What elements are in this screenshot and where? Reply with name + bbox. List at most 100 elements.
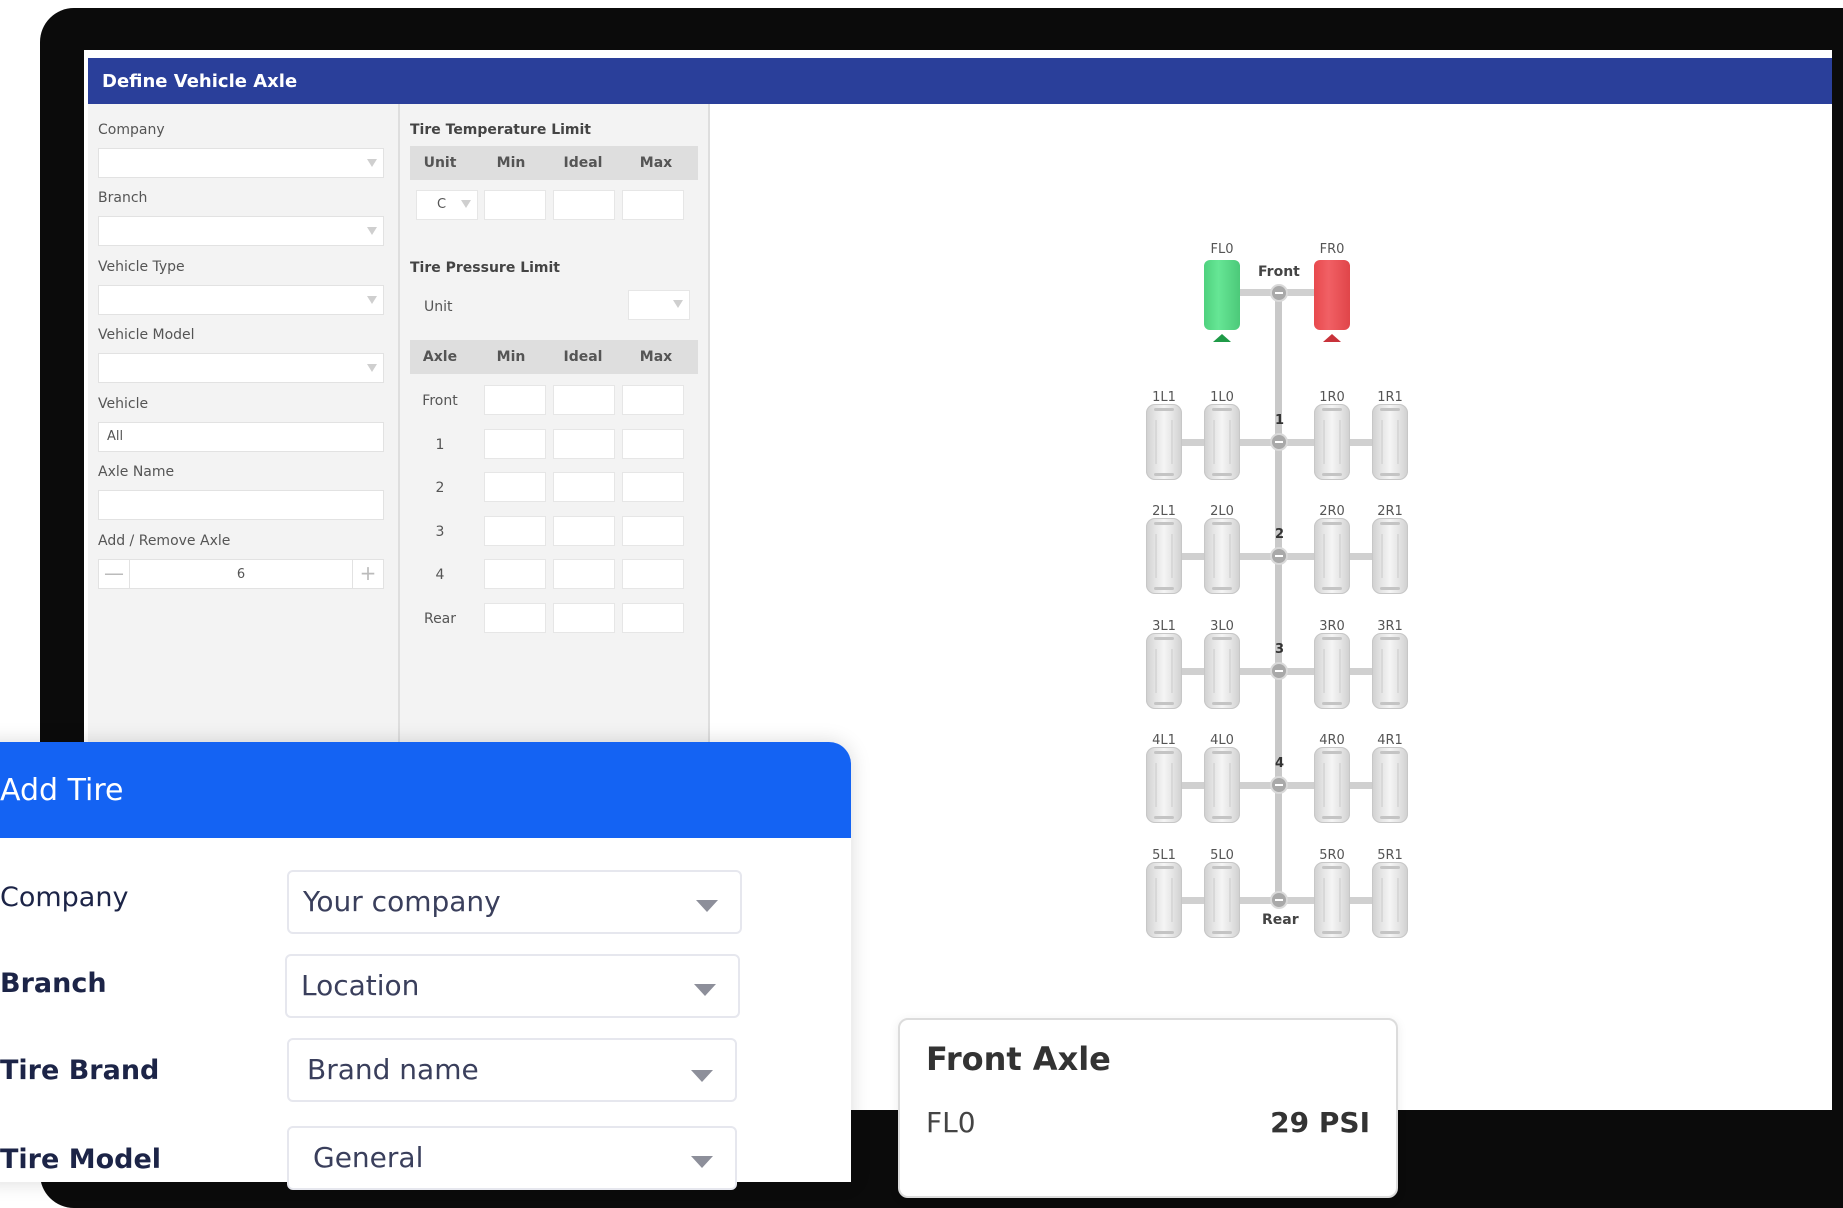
temp-header-max: Max [639,155,673,171]
chevron-down-icon [696,900,718,912]
pressure-max-input[interactable] [622,385,684,415]
tire-label: 3L1 [1152,619,1176,634]
tire-label: 5R1 [1377,848,1403,863]
tire-4l1[interactable] [1146,747,1182,823]
tire-5l0[interactable] [1204,862,1240,938]
temp-unit-value: C [437,197,447,212]
add-tire-branch-value: Location [301,969,420,1002]
company-label: Company [98,122,165,138]
vehicle-type-select[interactable] [98,285,384,315]
pressure-limit-title: Tire Pressure Limit [410,260,560,276]
pressure-header-axle: Axle [422,349,458,365]
tire-label: 3R1 [1377,619,1403,634]
chevron-down-icon [367,227,377,235]
pressure-max-input[interactable] [622,559,684,589]
pressure-ideal-input[interactable] [553,385,615,415]
add-tire-company-select[interactable]: Your company [287,870,742,934]
axle-number: 1 [1275,413,1285,428]
axle-count-value[interactable]: 6 [130,567,352,582]
pressure-max-input[interactable] [622,472,684,502]
axle-count-stepper[interactable]: — 6 + [98,559,384,589]
temp-ideal-input[interactable] [553,190,615,220]
tire-fr0[interactable] [1314,260,1350,330]
tire-1r0[interactable] [1314,404,1350,480]
pressure-max-input[interactable] [622,516,684,546]
chevron-down-icon [367,296,377,304]
tire-5r0[interactable] [1314,862,1350,938]
app-title: Define Vehicle Axle [88,58,1832,104]
pressure-min-input[interactable] [484,385,546,415]
tire-3r0[interactable] [1314,633,1350,709]
tire-4r0[interactable] [1314,747,1350,823]
vehicle-input[interactable]: All [98,422,384,452]
axle-card-tire-position: FL0 [926,1106,976,1139]
tire-1l0[interactable] [1204,404,1240,480]
tire-2l1[interactable] [1146,518,1182,594]
vehicle-model-select[interactable] [98,353,384,383]
axle-card-tire-pressure: 29 PSI [1270,1106,1370,1139]
tire-label: FL0 [1210,242,1234,257]
add-tire-model-select[interactable]: General [287,1126,737,1190]
tire-1l1[interactable] [1146,404,1182,480]
tire-3l1[interactable] [1146,633,1182,709]
tire-1r1[interactable] [1372,404,1408,480]
pressure-ideal-input[interactable] [553,472,615,502]
tire-5r1[interactable] [1372,862,1408,938]
tire-2r1[interactable] [1372,518,1408,594]
chevron-down-icon [461,200,471,208]
pressure-ideal-input[interactable] [553,603,615,633]
front-label: Front [1258,264,1300,280]
tire-2l0[interactable] [1204,518,1240,594]
pressure-max-input[interactable] [622,429,684,459]
tire-label: FR0 [1319,242,1345,257]
pressure-min-input[interactable] [484,603,546,633]
vehicle-label: Vehicle [98,396,149,412]
tire-4r1[interactable] [1372,747,1408,823]
vehicle-type-label: Vehicle Type [98,259,185,275]
tire-5l1[interactable] [1146,862,1182,938]
temp-table-header: Unit Min Ideal Max [410,146,698,180]
branch-select[interactable] [98,216,384,246]
pressure-unit-select[interactable] [628,290,690,320]
tire-fl0[interactable] [1204,260,1240,330]
tire-label: 5R0 [1319,848,1345,863]
tire-label: 1L0 [1210,390,1234,405]
tire-label: 2R1 [1377,504,1403,519]
status-indicator-icon [1213,334,1231,342]
pressure-max-input[interactable] [622,603,684,633]
decrement-button[interactable]: — [99,560,130,588]
axle-spine [1275,292,1282,900]
pressure-ideal-input[interactable] [553,516,615,546]
tire-2r0[interactable] [1314,518,1350,594]
add-tire-dialog: Add Tire Company Your company Branch Loc… [0,742,851,1190]
pressure-min-input[interactable] [484,516,546,546]
tire-label: 3R0 [1319,619,1345,634]
chevron-down-icon [694,984,716,996]
vehicle-model-label: Vehicle Model [98,327,195,343]
pressure-row-label: 3 [435,524,445,540]
add-tire-brand-select[interactable]: Brand name [287,1038,737,1102]
temp-unit-select[interactable]: C [416,190,478,220]
temp-header-min: Min [496,155,526,171]
chevron-down-icon [367,159,377,167]
tire-label: 4L1 [1152,733,1176,748]
pressure-min-input[interactable] [484,472,546,502]
pressure-ideal-input[interactable] [553,559,615,589]
pressure-min-input[interactable] [484,559,546,589]
tire-3r1[interactable] [1372,633,1408,709]
temp-min-input[interactable] [484,190,546,220]
axle-hub [1270,547,1288,565]
tire-label: 5L1 [1152,848,1176,863]
tire-3l0[interactable] [1204,633,1240,709]
increment-button[interactable]: + [352,560,383,588]
add-tire-model-label: Tire Model [0,1144,162,1175]
pressure-ideal-input[interactable] [553,429,615,459]
pressure-min-input[interactable] [484,429,546,459]
add-tire-branch-select[interactable]: Location [285,954,740,1018]
temp-max-input[interactable] [622,190,684,220]
tire-4l0[interactable] [1204,747,1240,823]
axle-name-input[interactable] [98,490,384,520]
front-axle-card: Front Axle FL0 29 PSI [898,1018,1398,1198]
axle-number: 2 [1275,527,1285,542]
company-select[interactable] [98,148,384,178]
